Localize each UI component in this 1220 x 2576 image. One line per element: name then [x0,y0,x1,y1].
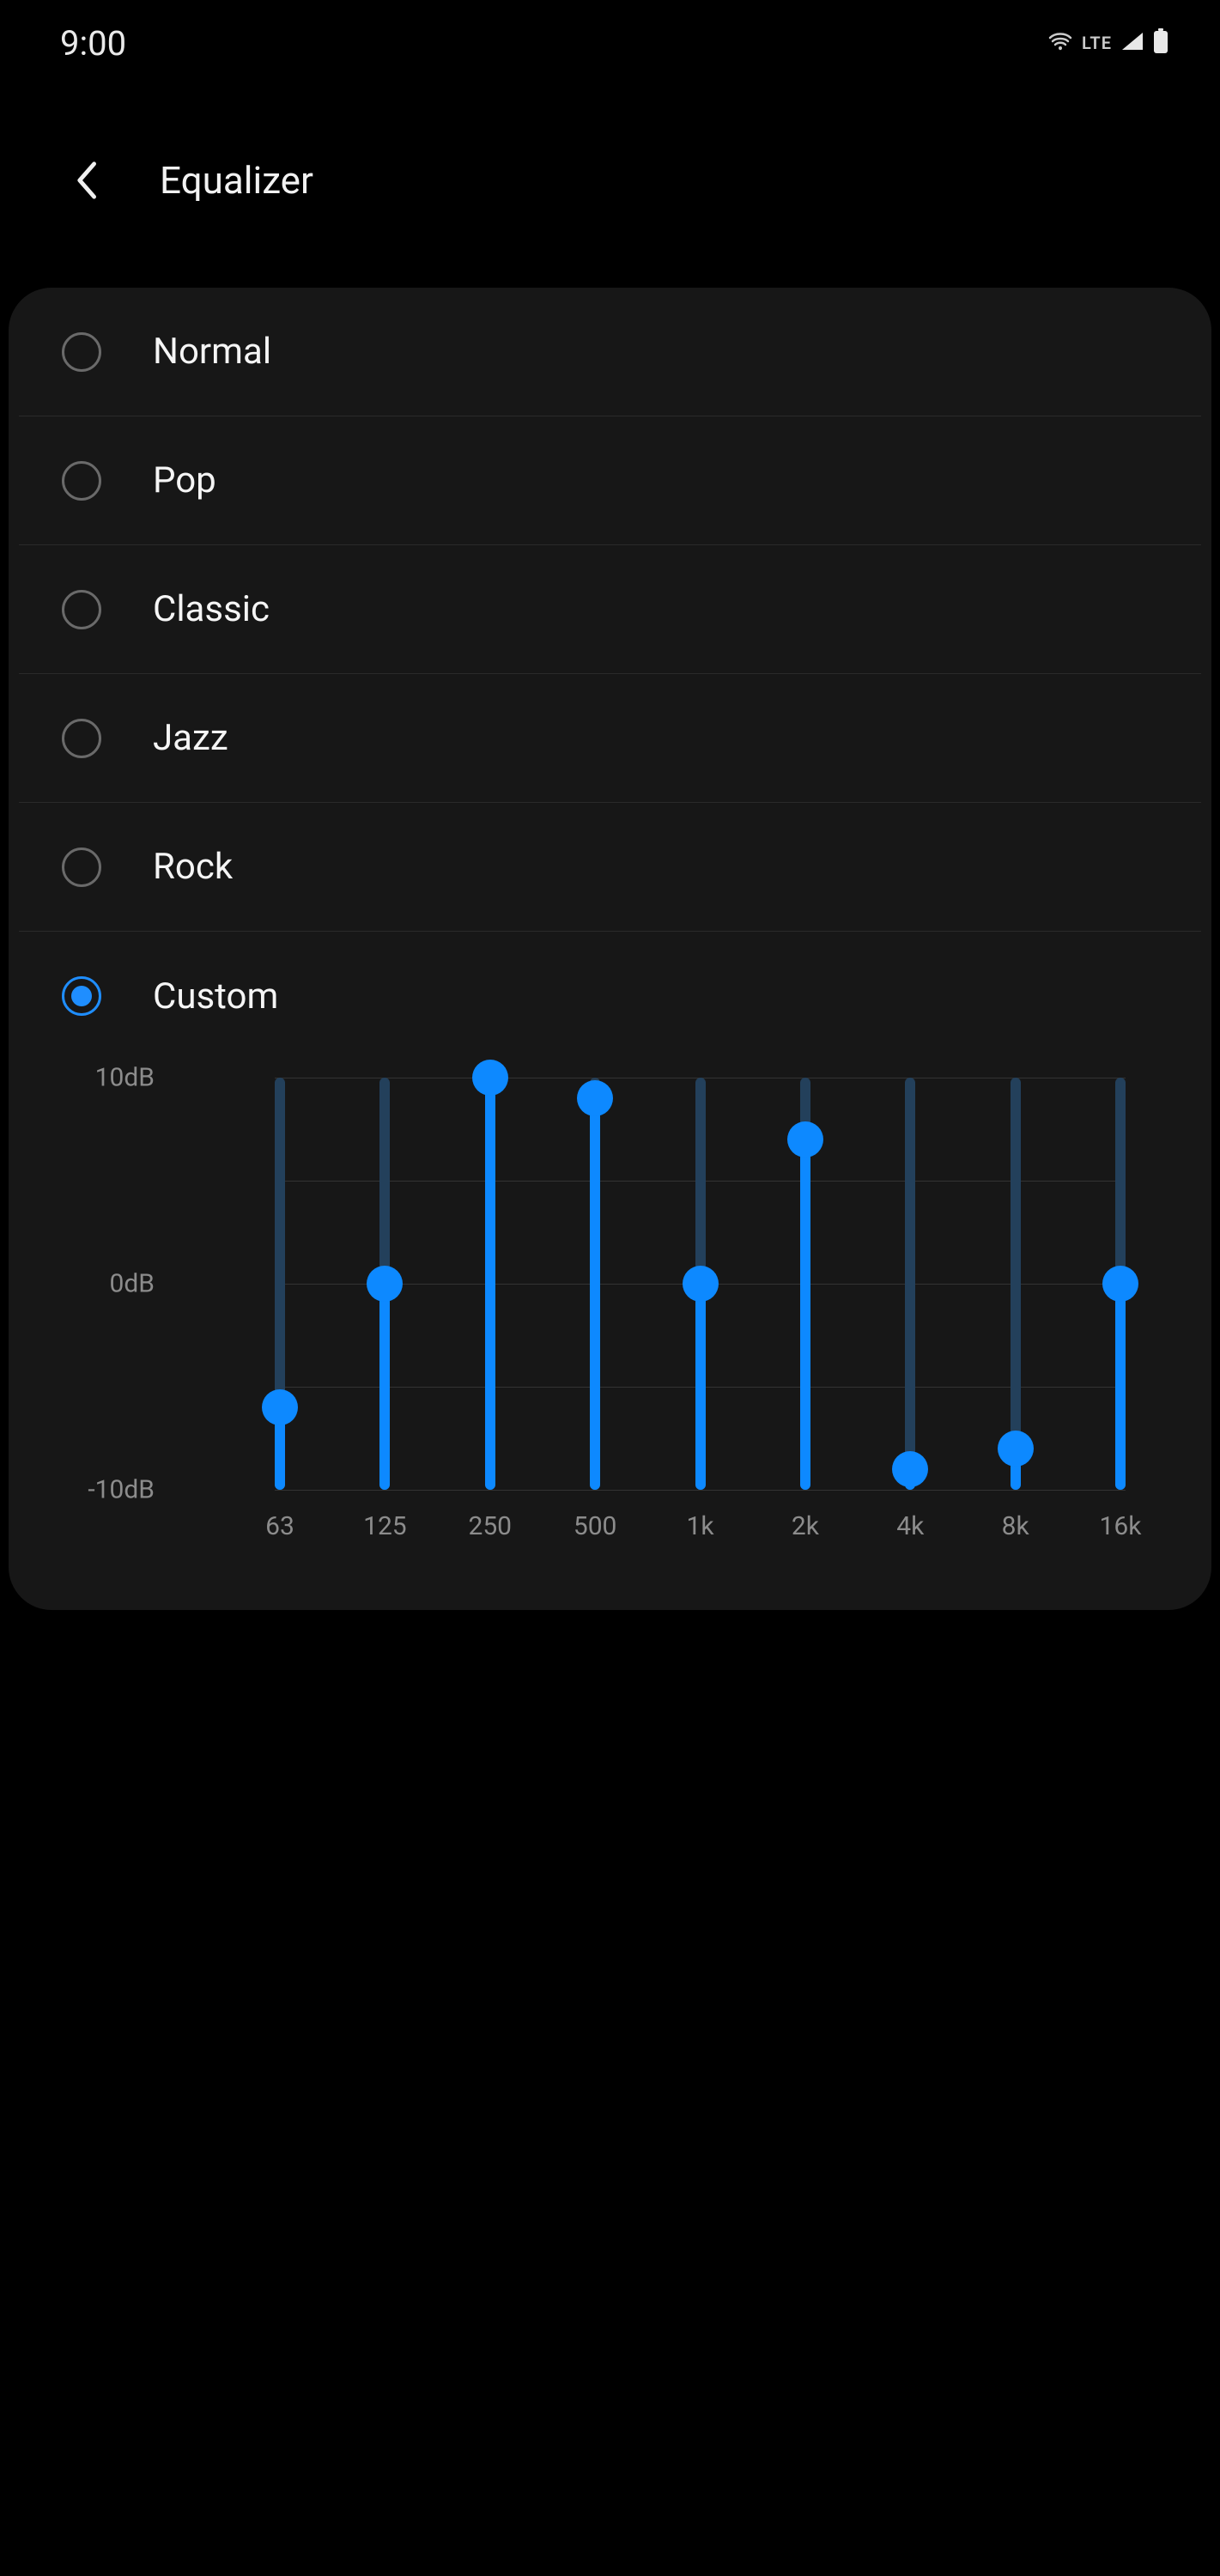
y-tick-label: 10dB [52,1063,155,1093]
preset-jazz[interactable]: Jazz [19,674,1201,803]
x-tick-label: 500 [569,1511,621,1541]
x-tick-label: 4k [884,1511,936,1541]
preset-custom[interactable]: Custom [19,932,1201,1060]
preset-label: Pop [153,459,216,501]
status-bar: 9:00 LTE [0,0,1220,86]
network-label: LTE [1082,33,1112,53]
status-time: 9:00 [60,23,126,64]
wifi-icon [1047,31,1073,55]
x-tick-label: 250 [464,1511,516,1541]
signal-icon [1120,31,1144,55]
eq-band-16k[interactable] [1115,1078,1126,1490]
preset-rock[interactable]: Rock [19,803,1201,932]
preset-normal[interactable]: Normal [19,288,1201,416]
status-icons: LTE [1047,28,1168,58]
eq-knob-63[interactable] [262,1389,298,1425]
radio-classic[interactable] [62,590,101,629]
back-button[interactable] [60,155,112,206]
radio-pop[interactable] [62,461,101,501]
preset-label: Normal [153,331,271,373]
x-tick-label: 1k [675,1511,726,1541]
eq-band-63[interactable] [275,1078,285,1490]
preset-pop[interactable]: Pop [19,416,1201,545]
preset-classic[interactable]: Classic [19,545,1201,674]
x-tick-label: 2k [780,1511,831,1541]
preset-label: Classic [153,588,270,630]
preset-label: Custom [153,975,278,1018]
preset-label: Jazz [153,717,228,759]
eq-band-8k[interactable] [1011,1078,1021,1490]
x-tick-label: 63 [254,1511,306,1541]
x-tick-label: 8k [990,1511,1041,1541]
x-tick-label: 125 [359,1511,410,1541]
eq-knob-125[interactable] [367,1266,403,1302]
x-tick-label: 16k [1095,1511,1146,1541]
y-tick-label: 0dB [52,1269,155,1299]
radio-custom[interactable] [62,976,101,1016]
app-header: Equalizer [0,137,1220,223]
equalizer-chart: 10dB0dB-10dB 631252505001k2k4k8k16k [172,1078,1126,1558]
eq-knob-2k[interactable] [787,1121,823,1157]
battery-icon [1153,28,1168,58]
radio-normal[interactable] [62,332,101,372]
eq-band-2k[interactable] [800,1078,810,1490]
eq-band-250[interactable] [485,1078,495,1490]
radio-rock[interactable] [62,848,101,887]
y-tick-label: -10dB [52,1475,155,1505]
equalizer-card: Normal Pop Classic Jazz Rock Custom 10dB… [9,288,1211,1610]
page-title: Equalizer [160,158,313,203]
eq-knob-250[interactable] [472,1060,508,1096]
eq-band-125[interactable] [379,1078,390,1490]
eq-knob-1k[interactable] [683,1266,719,1302]
eq-knob-16k[interactable] [1102,1266,1138,1302]
eq-band-500[interactable] [590,1078,600,1490]
eq-knob-4k[interactable] [892,1451,928,1487]
preset-label: Rock [153,846,233,888]
radio-jazz[interactable] [62,719,101,758]
eq-band-4k[interactable] [905,1078,915,1490]
eq-knob-8k[interactable] [998,1431,1034,1467]
eq-knob-500[interactable] [577,1080,613,1116]
eq-band-1k[interactable] [695,1078,706,1490]
